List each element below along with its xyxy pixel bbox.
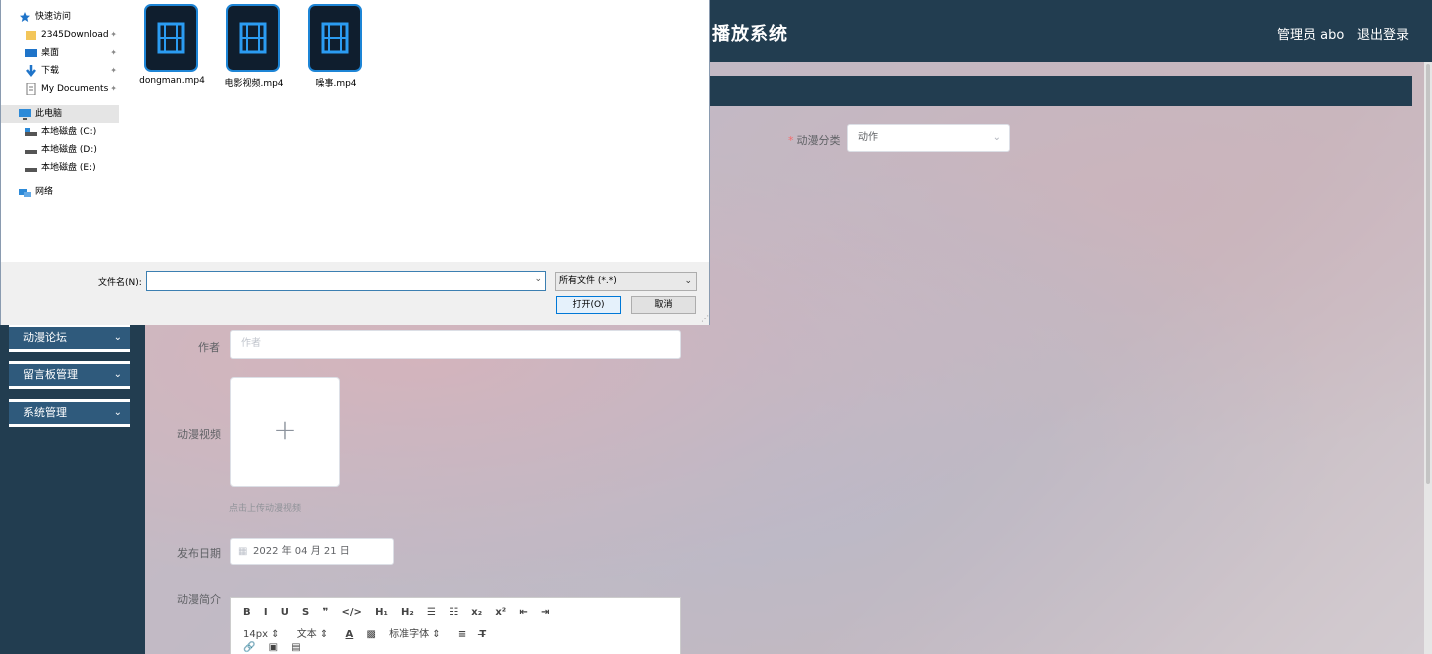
header-select[interactable]: 文本 ⇕ (297, 625, 329, 640)
nav-my-documents[interactable]: My Documents ✦ (1, 80, 119, 98)
superscript-button[interactable]: x² (495, 607, 506, 618)
underline-button[interactable]: U (281, 607, 289, 618)
video-label: 动漫视频 (177, 428, 221, 441)
category-label: * 动漫分类 (788, 134, 841, 147)
sidebar-item-forum[interactable]: 动漫论坛 ⌄ (9, 324, 130, 352)
h1-button[interactable]: H₁ (375, 607, 388, 618)
background-color-icon[interactable]: ▩ (366, 629, 375, 640)
subscript-button[interactable]: x₂ (471, 607, 482, 618)
file-item[interactable]: dongman.mp4 (132, 4, 212, 92)
desktop-icon (25, 49, 37, 57)
chevron-down-icon[interactable]: ⌄ (534, 274, 542, 284)
outdent-button[interactable]: ⇤ (519, 607, 527, 618)
folder-icon (26, 31, 36, 40)
date-picker[interactable]: ▦ 2022 年 04 月 21 日 (230, 538, 394, 565)
bold-button[interactable]: B (243, 607, 251, 618)
nav-desktop[interactable]: 桌面 ✦ (1, 44, 119, 62)
clear-format-icon[interactable]: T̶ (479, 629, 486, 640)
file-name: dongman.mp4 (139, 76, 205, 86)
computer-icon (19, 109, 31, 120)
intro-label: 动漫简介 (177, 593, 221, 606)
download-icon (26, 65, 36, 77)
video-icon[interactable]: ▤ (291, 642, 300, 653)
resize-grip-icon[interactable]: ⋰ (701, 314, 709, 323)
link-icon[interactable]: 🔗 (243, 642, 255, 653)
italic-button[interactable]: I (264, 607, 268, 618)
nav-network[interactable]: 网络 (1, 183, 119, 201)
chevron-down-icon: ⌄ (684, 276, 692, 286)
scrollbar-thumb[interactable] (1426, 64, 1430, 484)
font-color-icon[interactable]: A (346, 629, 354, 640)
filename-label: 文件名(N): (98, 278, 142, 288)
cancel-button[interactable]: 取消 (631, 296, 696, 314)
editor-toolbar-row: B I U S ❞ </> H₁ H₂ ☰ ☷ x₂ x² ⇤ ⇥ (243, 607, 559, 618)
strike-button[interactable]: S (302, 607, 309, 618)
pin-icon: ✦ (110, 84, 117, 93)
indent-button[interactable]: ⇥ (541, 607, 549, 618)
user-label: 管理员 abo (1277, 28, 1345, 43)
drive-icon (25, 168, 37, 172)
h2-button[interactable]: H₂ (401, 607, 414, 618)
calendar-icon: ▦ (238, 546, 248, 557)
sidebar-item-system[interactable]: 系统管理 ⌄ (9, 399, 130, 427)
system-title: 播放系统 (712, 24, 788, 45)
bullet-list-button[interactable]: ☷ (449, 607, 458, 618)
date-label: 发布日期 (177, 547, 221, 560)
filetype-select[interactable]: 所有文件 (*.*) ⌄ (555, 272, 697, 291)
align-icon[interactable]: ≡ (458, 629, 466, 640)
navigation-pane: 快速访问 2345Download ✦ 桌面 ✦ 下载 ✦ My Documents ✦… (1, 0, 121, 262)
chevron-down-icon: ⌄ (992, 132, 1001, 143)
rich-text-editor[interactable]: B I U S ❞ </> H₁ H₂ ☰ ☷ x₂ x² ⇤ ⇥ 14px ⇕… (230, 597, 681, 654)
file-name: 噪事.mp4 (315, 79, 357, 89)
font-family-select[interactable]: 标准字体 ⇕ (389, 625, 441, 640)
chevron-down-icon: ⌄ (113, 332, 122, 343)
editor-toolbar-row: 🔗 ▣ ▤ (243, 642, 311, 653)
font-size-select[interactable]: 14px ⇕ (243, 629, 280, 640)
video-upload-button[interactable]: + (230, 377, 340, 487)
file-name: 电影视频.mp4 (224, 79, 284, 89)
video-file-icon (144, 4, 198, 72)
pin-icon: ✦ (110, 48, 117, 57)
drive-icon (25, 150, 37, 154)
nav-drive-e[interactable]: 本地磁盘 (E:) (1, 159, 119, 177)
editor-toolbar-row: 14px ⇕ 文本 ⇕ A ▩ 标准字体 ⇕ ≡ T̶ (243, 625, 496, 640)
pin-icon: ✦ (110, 30, 117, 39)
open-button[interactable]: 打开(O) (556, 296, 621, 314)
chevron-down-icon: ⌄ (113, 407, 122, 418)
nav-drive-c[interactable]: 本地磁盘 (C:) (1, 123, 119, 141)
drive-icon (25, 128, 37, 136)
code-button[interactable]: </> (342, 607, 362, 618)
nav-drive-d[interactable]: 本地磁盘 (D:) (1, 141, 119, 159)
sidebar-item-label: 动漫论坛 (23, 331, 67, 344)
nav-quick-access[interactable]: 快速访问 (1, 8, 119, 26)
file-item[interactable]: 电影视频.mp4 (214, 4, 294, 92)
sidebar-item-label: 系统管理 (23, 406, 67, 419)
category-select[interactable]: 动作 ⌄ (847, 124, 1010, 152)
nav-this-pc[interactable]: 此电脑 (1, 105, 119, 123)
plus-icon: + (273, 413, 297, 446)
ordered-list-button[interactable]: ☰ (427, 607, 436, 618)
network-icon (19, 189, 31, 197)
page-header-band (709, 76, 1412, 106)
author-input[interactable]: 作者 (230, 330, 681, 359)
quote-button[interactable]: ❞ (322, 607, 328, 618)
video-file-icon (226, 4, 280, 72)
author-label: 作者 (198, 341, 220, 354)
star-icon (20, 12, 30, 22)
chevron-down-icon: ⌄ (113, 369, 122, 380)
pin-icon: ✦ (110, 66, 117, 75)
sidebar-item-guestbook[interactable]: 留言板管理 ⌄ (9, 361, 130, 389)
document-icon (26, 83, 36, 95)
filename-input[interactable]: ⌄ (146, 271, 546, 291)
nav-2345download[interactable]: 2345Download ✦ (1, 26, 119, 44)
file-open-dialog: 快速访问 2345Download ✦ 桌面 ✦ 下载 ✦ My Documents ✦… (0, 0, 710, 325)
nav-downloads[interactable]: 下载 ✦ (1, 62, 119, 80)
image-icon[interactable]: ▣ (269, 642, 278, 653)
file-item[interactable]: 噪事.mp4 (296, 4, 376, 92)
upload-tip: 点击上传动漫视频 (229, 504, 302, 514)
video-file-icon (308, 4, 362, 72)
logout-link[interactable]: 退出登录 (1357, 24, 1409, 43)
sidebar-item-label: 留言板管理 (23, 368, 78, 381)
